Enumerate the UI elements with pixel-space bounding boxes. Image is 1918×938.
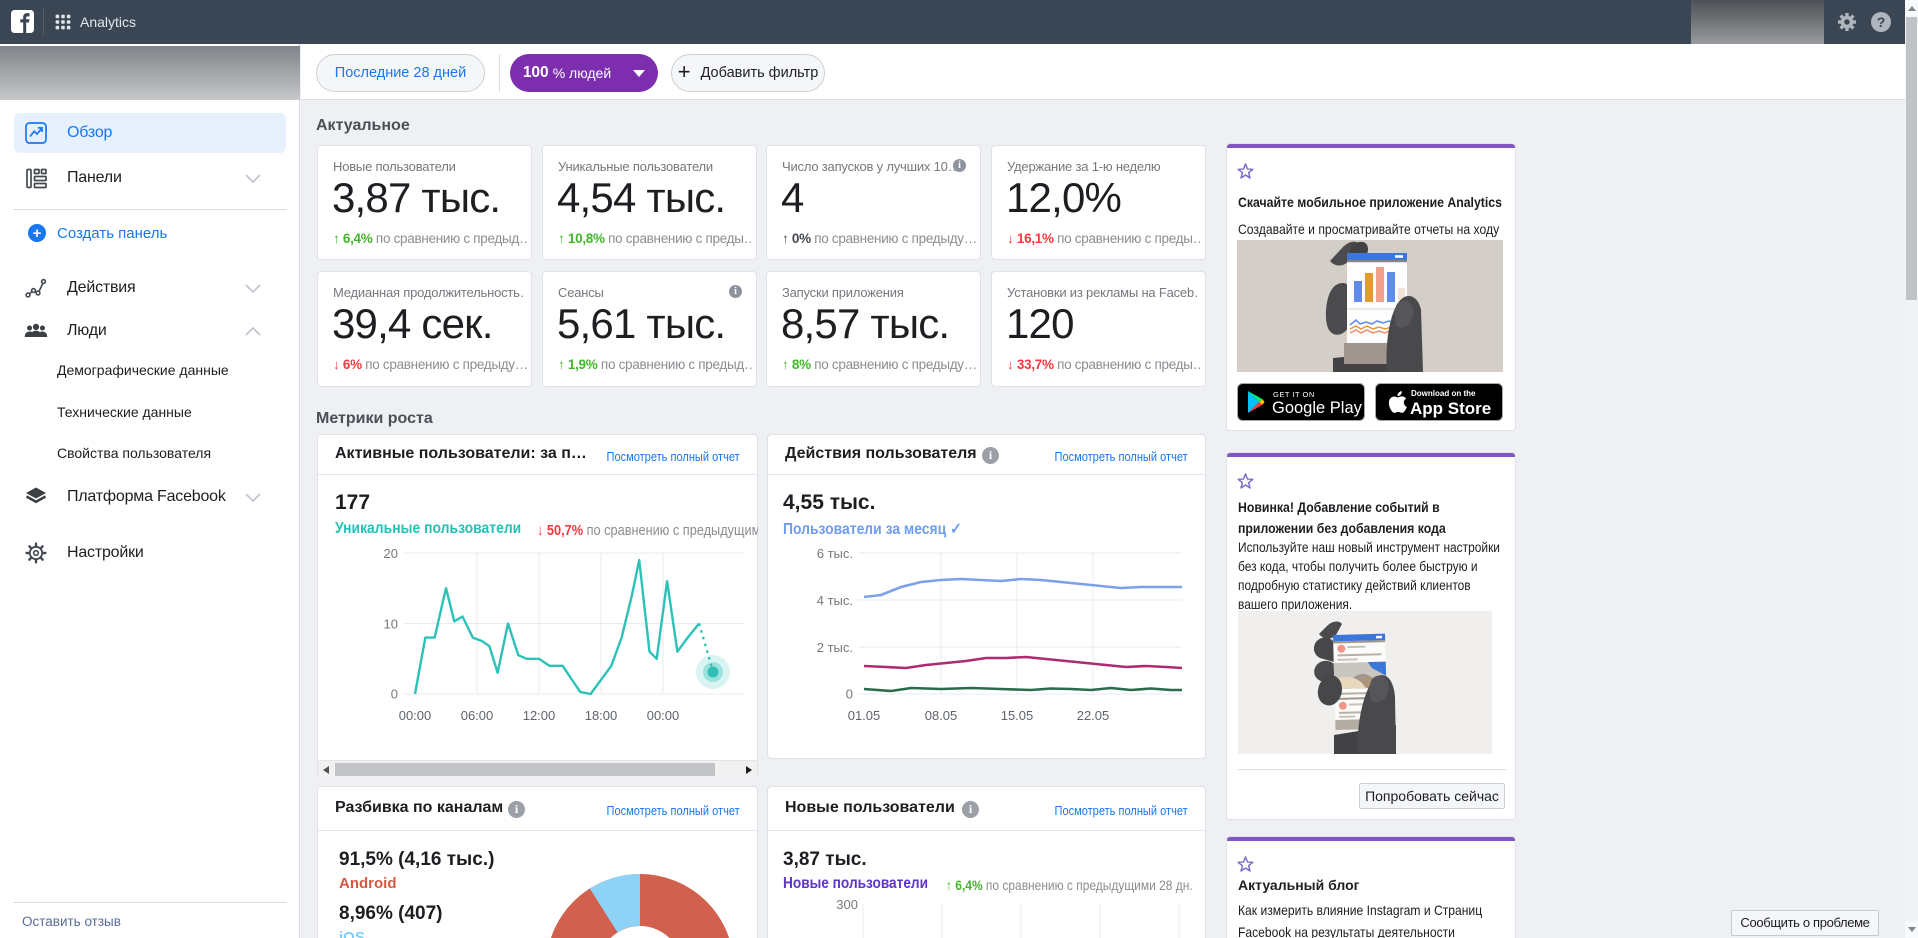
svg-text:2 тыс.: 2 тыс.	[817, 640, 853, 655]
svg-text:20: 20	[384, 546, 398, 561]
svg-text:Download on the: Download on the	[1411, 389, 1476, 398]
svg-text:00:00: 00:00	[399, 708, 432, 723]
svg-text:Google Play: Google Play	[1272, 399, 1363, 417]
svg-text:06:00: 06:00	[461, 708, 494, 723]
svg-text:01.05: 01.05	[848, 708, 881, 723]
svg-text:08.05: 08.05	[925, 708, 958, 723]
svg-text:18:00: 18:00	[585, 708, 618, 723]
svg-text:GET IT ON: GET IT ON	[1273, 390, 1315, 399]
svg-text:22.05: 22.05	[1077, 708, 1110, 723]
svg-text:12:00: 12:00	[523, 708, 556, 723]
svg-text:10: 10	[384, 617, 398, 632]
svg-text:6 тыс.: 6 тыс.	[817, 546, 853, 561]
svg-text:App Store: App Store	[1410, 399, 1491, 418]
svg-text:00:00: 00:00	[647, 708, 680, 723]
svg-text:15.05: 15.05	[1001, 708, 1034, 723]
svg-text:0: 0	[846, 687, 853, 702]
svg-text:0: 0	[391, 687, 398, 702]
svg-text:4 тыс.: 4 тыс.	[817, 593, 853, 608]
